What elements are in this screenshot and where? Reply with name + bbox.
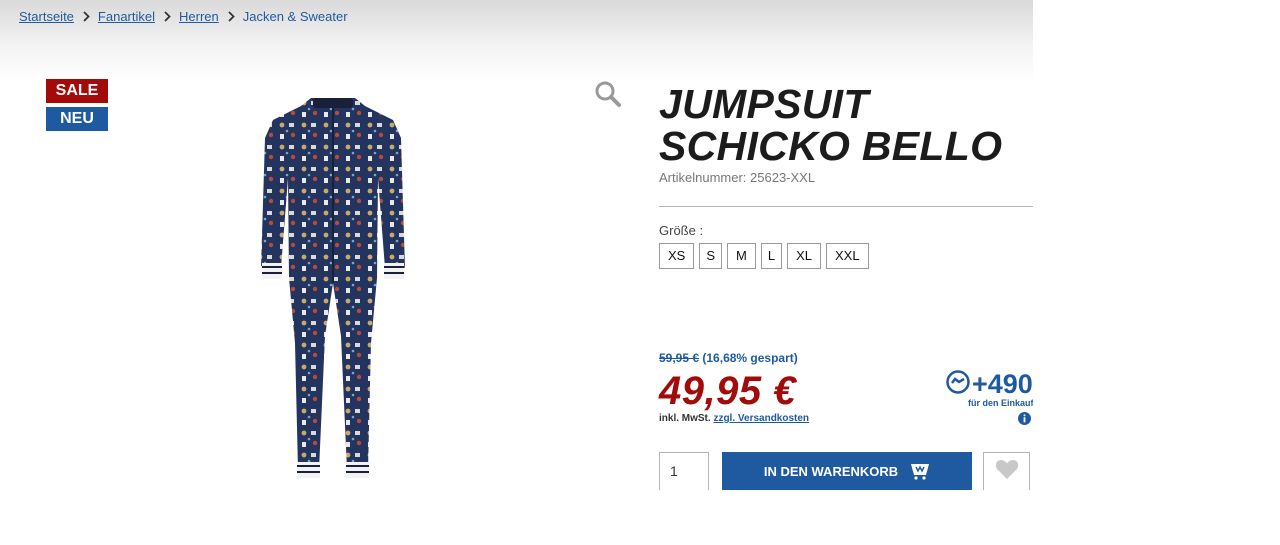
- points-icon: [946, 370, 970, 399]
- tax-note: inkl. MwSt. zzgl. Versandkosten: [659, 413, 809, 424]
- savings-percent: (16,68% gespart): [702, 351, 798, 365]
- cart-icon: [910, 462, 930, 480]
- breadcrumb-current: Jacken & Sweater: [242, 9, 348, 24]
- points-value: +490: [972, 369, 1033, 399]
- shipping-costs-link[interactable]: zzgl. Versandkosten: [713, 413, 809, 424]
- chevron-right-icon: [83, 11, 90, 22]
- title-line-2: SCHICKO BELLO: [659, 123, 1003, 169]
- old-price: 59,95 € (16,68% gespart): [659, 351, 798, 365]
- breadcrumb: Startseite Fanartikel Herren Jacken & Sw…: [19, 9, 348, 24]
- info-icon[interactable]: [1018, 412, 1031, 430]
- new-badge: NEU: [46, 107, 108, 131]
- size-option-xs[interactable]: XS: [659, 243, 695, 269]
- size-option-m[interactable]: M: [727, 243, 756, 269]
- points-label: für den Einkauf: [968, 398, 1033, 408]
- size-selector: XS S M L XL XXL: [659, 243, 869, 269]
- quantity-input[interactable]: 1: [659, 452, 709, 490]
- chevron-right-icon: [164, 11, 171, 22]
- breadcrumb-link-startseite[interactable]: Startseite: [19, 9, 74, 24]
- heart-icon: [995, 458, 1019, 485]
- product-image[interactable]: [255, 98, 411, 485]
- title-line-1: JUMPSUIT: [659, 81, 869, 127]
- size-option-l[interactable]: L: [760, 243, 783, 269]
- size-option-xl[interactable]: XL: [787, 243, 821, 269]
- article-number: Artikelnummer: 25623-XXL: [659, 170, 816, 185]
- tax-label: inkl. MwSt.: [659, 413, 711, 424]
- size-label: Größe :: [659, 223, 704, 238]
- breadcrumb-link-fanartikel[interactable]: Fanartikel: [98, 9, 155, 24]
- loyalty-points: +490 für den Einkauf: [946, 369, 1033, 425]
- divider: [659, 206, 1033, 207]
- breadcrumb-link-herren[interactable]: Herren: [179, 9, 219, 24]
- old-price-value: 59,95 €: [659, 351, 700, 365]
- size-option-s[interactable]: S: [699, 243, 723, 269]
- sale-badge: SALE: [46, 79, 108, 103]
- add-to-cart-button[interactable]: IN DEN WARENKORB: [722, 452, 972, 490]
- size-option-xxl[interactable]: XXL: [826, 243, 869, 269]
- add-to-cart-label: IN DEN WARENKORB: [763, 463, 899, 479]
- current-price: 49,95 €: [659, 369, 796, 413]
- product-title: JUMPSUIT SCHICKO BELLO: [659, 83, 1033, 167]
- magnifier-icon[interactable]: [594, 80, 622, 113]
- wishlist-button[interactable]: [983, 452, 1030, 490]
- product-page: Startseite Fanartikel Herren Jacken & Sw…: [0, 0, 1033, 545]
- chevron-right-icon: [228, 11, 235, 22]
